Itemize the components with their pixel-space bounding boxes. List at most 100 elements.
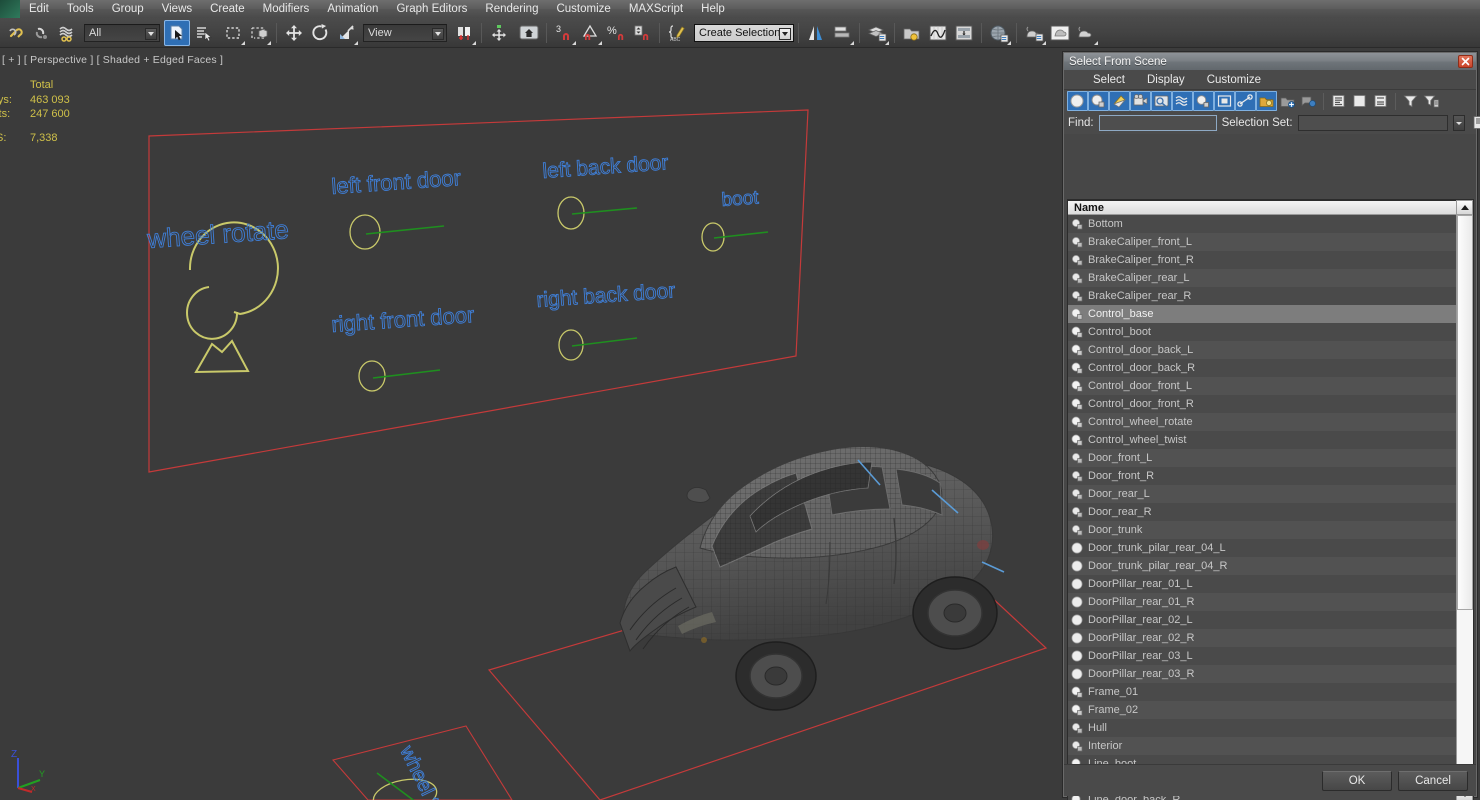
- menu-item-edit[interactable]: Edit: [20, 0, 58, 18]
- layer-explorer-icon[interactable]: [864, 20, 890, 46]
- vertical-scrollbar-track[interactable]: [1457, 610, 1473, 787]
- menu-item-modifiers[interactable]: Modifiers: [254, 0, 319, 18]
- expand-selected-icon[interactable]: [1370, 91, 1391, 111]
- list-item[interactable]: Bottom: [1068, 215, 1457, 233]
- list-item[interactable]: Control_wheel_twist: [1068, 431, 1457, 449]
- list-item[interactable]: Control_door_front_R: [1068, 395, 1457, 413]
- display-containers-icon[interactable]: [1256, 91, 1277, 111]
- dialog-title-bar[interactable]: Select From Scene: [1064, 53, 1476, 70]
- space-warp-waves-icon[interactable]: [54, 20, 80, 46]
- vertical-scrollbar[interactable]: [1456, 200, 1473, 800]
- rectangular-selection-region-icon[interactable]: [220, 20, 246, 46]
- list-item[interactable]: Control_boot: [1068, 323, 1457, 341]
- display-cameras-icon[interactable]: [1130, 91, 1151, 111]
- close-icon[interactable]: [1458, 55, 1473, 68]
- percent-snap-toggle-icon[interactable]: %: [603, 20, 629, 46]
- menu-item-maxscript[interactable]: MAXScript: [620, 0, 692, 18]
- list-item[interactable]: Door_front_R: [1068, 467, 1457, 485]
- mirror-icon[interactable]: [803, 20, 829, 46]
- list-item[interactable]: DoorPillar_rear_01_R: [1068, 593, 1457, 611]
- menu-item-rendering[interactable]: Rendering: [476, 0, 547, 18]
- display-space-warps-icon[interactable]: [1172, 91, 1193, 111]
- list-item[interactable]: BrakeCaliper_front_R: [1068, 251, 1457, 269]
- display-geometry-icon[interactable]: [1067, 91, 1088, 111]
- list-item[interactable]: DoorPillar_rear_03_L: [1068, 647, 1457, 665]
- display-hidden-icon[interactable]: [1298, 91, 1319, 111]
- menu-item-create[interactable]: Create: [201, 0, 254, 18]
- chevron-down-icon[interactable]: [779, 27, 791, 40]
- angle-snap-toggle-icon[interactable]: [577, 20, 603, 46]
- display-lights-icon[interactable]: [1109, 91, 1130, 111]
- dialog-menu-customize[interactable]: Customize: [1196, 70, 1272, 90]
- list-item[interactable]: Door_rear_R: [1068, 503, 1457, 521]
- list-item[interactable]: Door_front_L: [1068, 449, 1457, 467]
- scene-object-list[interactable]: Name Bottom BrakeCaliper_front_L BrakeCali…: [1067, 199, 1474, 800]
- render-production-icon[interactable]: [1073, 20, 1099, 46]
- list-item[interactable]: DoorPillar_rear_01_L: [1068, 575, 1457, 593]
- list-item[interactable]: BrakeCaliper_rear_L: [1068, 269, 1457, 287]
- selection-filter-combo[interactable]: All: [84, 23, 160, 42]
- menu-item-animation[interactable]: Animation: [318, 0, 387, 18]
- filter-icon[interactable]: [1400, 91, 1421, 111]
- select-by-name-icon[interactable]: [190, 20, 216, 46]
- chevron-down-icon[interactable]: [145, 27, 157, 40]
- vertical-scrollbar-thumb[interactable]: [1457, 215, 1473, 610]
- list-item[interactable]: Hull: [1068, 719, 1457, 737]
- ok-button[interactable]: OK: [1322, 770, 1392, 791]
- list-column-header[interactable]: Name: [1068, 200, 1473, 215]
- expand-all-icon[interactable]: [1328, 91, 1349, 111]
- bind-to-space-warp-icon[interactable]: [28, 20, 54, 46]
- chevron-down-icon[interactable]: [432, 27, 444, 40]
- display-frozen-icon[interactable]: [1277, 91, 1298, 111]
- list-item[interactable]: Control_wheel_rotate: [1068, 413, 1457, 431]
- list-item[interactable]: DoorPillar_rear_02_L: [1068, 611, 1457, 629]
- select-and-move-icon[interactable]: [281, 20, 307, 46]
- advanced-filter-icon[interactable]: [1421, 91, 1442, 111]
- collapse-all-icon[interactable]: [1349, 91, 1370, 111]
- display-shapes-icon[interactable]: [1088, 91, 1109, 111]
- align-icon[interactable]: [829, 20, 855, 46]
- display-groups-icon[interactable]: [1193, 91, 1214, 111]
- chevron-down-icon[interactable]: [1452, 115, 1465, 131]
- select-and-scale-icon[interactable]: [333, 20, 359, 46]
- display-bones-icon[interactable]: [1235, 91, 1256, 111]
- perspective-viewport[interactable]: wheel rotate left front door left back d…: [0, 48, 1062, 800]
- dialog-menu-display[interactable]: Display: [1136, 70, 1196, 90]
- list-item[interactable]: Control_base: [1068, 305, 1457, 323]
- spinner-snap-toggle-icon[interactable]: [629, 20, 655, 46]
- curve-editor-icon[interactable]: [925, 20, 951, 46]
- menu-item-help[interactable]: Help: [692, 0, 734, 18]
- material-editor-icon[interactable]: [986, 20, 1012, 46]
- list-item[interactable]: BrakeCaliper_front_L: [1068, 233, 1457, 251]
- list-item[interactable]: Frame_01: [1068, 683, 1457, 701]
- list-item[interactable]: Door_rear_L: [1068, 485, 1457, 503]
- search-input[interactable]: [1098, 115, 1217, 131]
- rendered-frame-window-icon[interactable]: [1047, 20, 1073, 46]
- named-selection-move-up-icon[interactable]: [516, 20, 542, 46]
- edit-named-selections-icon[interactable]: [1470, 113, 1480, 133]
- schematic-view-icon[interactable]: [951, 20, 977, 46]
- menu-item-tools[interactable]: Tools: [58, 0, 103, 18]
- snaps-toggle-3d-icon[interactable]: 3: [551, 20, 577, 46]
- menu-item-views[interactable]: Views: [153, 0, 201, 18]
- edit-named-selection-sets-icon[interactable]: ABC: [664, 20, 690, 46]
- select-and-rotate-icon[interactable]: [307, 20, 333, 46]
- menu-item-customize[interactable]: Customize: [547, 0, 619, 18]
- list-item[interactable]: DoorPillar_rear_02_R: [1068, 629, 1457, 647]
- display-xrefs-icon[interactable]: [1214, 91, 1235, 111]
- viewport-label[interactable]: [ + ] [ Perspective ] [ Shaded + Edged F…: [2, 54, 223, 66]
- render-setup-icon[interactable]: [1021, 20, 1047, 46]
- display-helpers-icon[interactable]: [1151, 91, 1172, 111]
- list-item[interactable]: Control_door_back_L: [1068, 341, 1457, 359]
- select-and-manipulate-icon[interactable]: [486, 20, 512, 46]
- unlink-selection-icon[interactable]: [2, 20, 28, 46]
- scene-explorer-icon[interactable]: [899, 20, 925, 46]
- list-item[interactable]: Door_trunk_pilar_rear_04_L: [1068, 539, 1457, 557]
- window-crossing-icon[interactable]: [246, 20, 272, 46]
- list-item[interactable]: Control_door_front_L: [1068, 377, 1457, 395]
- reference-coordinate-system-combo[interactable]: View: [363, 23, 447, 42]
- list-item[interactable]: Interior: [1068, 737, 1457, 755]
- list-item[interactable]: Door_trunk_pilar_rear_04_R: [1068, 557, 1457, 575]
- list-item[interactable]: Control_door_back_R: [1068, 359, 1457, 377]
- dialog-menu-select[interactable]: Select: [1082, 70, 1136, 90]
